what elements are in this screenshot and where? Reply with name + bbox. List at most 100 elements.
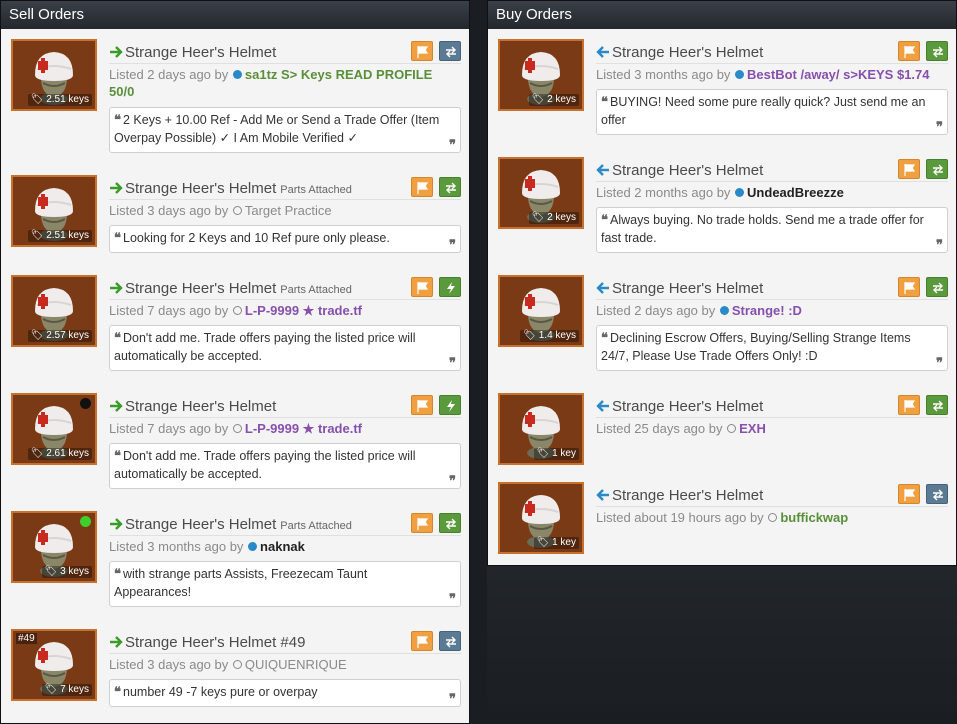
item-title[interactable]: Strange Heer's Helmet: [125, 44, 276, 61]
username-link[interactable]: Target Practice: [245, 203, 332, 218]
instant-trade-button[interactable]: [439, 395, 461, 415]
comment-text: Don't add me. Trade offers paying the li…: [114, 449, 416, 481]
quote-open-icon: ❝: [114, 684, 121, 699]
exchange-icon: [933, 400, 943, 412]
sell-listing: 🏷 2.61 keys Strange Heer's Helmet Listed…: [11, 393, 461, 497]
arrow-right-icon: [110, 400, 123, 412]
item-image[interactable]: 🏷 2.61 keys: [11, 393, 97, 465]
offline-status-icon: [232, 206, 242, 215]
trade-offer-button[interactable]: [926, 484, 948, 504]
instant-trade-button[interactable]: [439, 277, 461, 297]
trade-offer-button[interactable]: [926, 41, 948, 61]
item-image[interactable]: 🏷 1.4 keys: [498, 275, 584, 347]
item-title[interactable]: Strange Heer's Helmet Parts Attached: [125, 180, 352, 197]
item-title[interactable]: Strange Heer's Helmet: [612, 280, 763, 297]
item-title[interactable]: Strange Heer's Helmet #49: [125, 634, 305, 651]
username-link[interactable]: buffickwap: [780, 510, 848, 525]
price-badge: 🏷 1 key: [533, 537, 579, 549]
item-title-text: Strange Heer's Helmet: [612, 162, 764, 179]
item-image[interactable]: 🏷 2.57 keys: [11, 275, 97, 347]
report-flag-button[interactable]: [411, 41, 433, 61]
flag-icon: [904, 282, 916, 294]
item-title-text: Strange Heer's Helmet: [125, 280, 277, 297]
report-flag-button[interactable]: [898, 159, 920, 179]
trade-offer-button[interactable]: [926, 159, 948, 179]
trade-offer-button[interactable]: [926, 277, 948, 297]
comment-text: with strange parts Assists, Freezecam Ta…: [114, 567, 368, 599]
report-flag-button[interactable]: [898, 484, 920, 504]
item-title[interactable]: Strange Heer's Helmet: [612, 44, 763, 61]
username-link[interactable]: EXH: [739, 421, 766, 436]
trade-offer-button[interactable]: [439, 177, 461, 197]
item-image[interactable]: 🏷 1 key: [498, 393, 584, 465]
trade-offer-button[interactable]: [439, 513, 461, 533]
item-title-text: Strange Heer's Helmet: [612, 44, 764, 61]
username-link[interactable]: UndeadBreezze: [747, 185, 844, 200]
arrow-right-icon: [110, 518, 123, 530]
price-badge: 🏷 2.57 keys: [27, 330, 92, 342]
price-text: 2 keys: [547, 212, 576, 223]
flag-icon: [417, 636, 429, 648]
comment-text: number 49 -7 keys pure or overpay: [123, 685, 318, 699]
exchange-icon: [446, 518, 456, 530]
report-flag-button[interactable]: [411, 277, 433, 297]
report-flag-button[interactable]: [411, 177, 433, 197]
arrow-right-icon: [110, 46, 123, 58]
arrow-left-icon: [596, 46, 609, 58]
item-image[interactable]: 🏷 2 keys: [498, 39, 584, 111]
exchange-icon: [933, 46, 943, 58]
item-image[interactable]: 🏷 3 keys: [11, 511, 97, 583]
username-link[interactable]: L-P-9999 ★ trade.tf: [245, 303, 362, 318]
price-text: 3 keys: [60, 566, 89, 577]
report-flag-button[interactable]: [411, 631, 433, 651]
report-flag-button[interactable]: [411, 395, 433, 415]
username-link[interactable]: BestBot /away/ s>KEYS $1.74: [747, 67, 929, 82]
username-link[interactable]: QUIQUENRIQUE: [245, 657, 347, 672]
flag-icon: [904, 164, 916, 176]
item-title-text: Strange Heer's Helmet: [125, 516, 277, 533]
report-flag-button[interactable]: [898, 41, 920, 61]
listing-meta: Listed 7 days ago by L-P-9999 ★ trade.tf: [109, 302, 461, 319]
craft-number-badge: #49: [16, 633, 37, 644]
username-link[interactable]: L-P-9999 ★ trade.tf: [245, 421, 362, 436]
item-image[interactable]: 🏷 2.51 keys: [11, 175, 97, 247]
trade-offer-button[interactable]: [439, 631, 461, 651]
comment-text: 2 Keys + 10.00 Ref - Add Me or Send a Tr…: [114, 113, 440, 145]
listing-meta: Listed 3 days ago by Target Practice: [109, 202, 461, 219]
trade-offer-button[interactable]: [439, 41, 461, 61]
listing-comment: ❝ Looking for 2 Keys and 10 Ref pure only…: [109, 225, 461, 253]
offline-status-icon: [232, 306, 242, 315]
report-flag-button[interactable]: [898, 395, 920, 415]
username-link[interactable]: naknak: [260, 539, 305, 554]
exchange-icon: [446, 636, 456, 648]
quote-open-icon: ❝: [114, 112, 121, 127]
online-status-icon: [248, 542, 258, 551]
item-title[interactable]: Strange Heer's Helmet: [612, 162, 763, 179]
item-image[interactable]: 🏷 2 keys: [498, 157, 584, 229]
item-image[interactable]: #49 🏷 7 keys: [11, 629, 97, 701]
item-title[interactable]: Strange Heer's Helmet Parts Attached: [125, 516, 352, 533]
online-status-icon: [719, 306, 729, 315]
listed-time: Listed 2 days ago by: [596, 303, 716, 318]
price-badge: 🏷 7 keys: [41, 684, 92, 696]
buy-orders-header: Buy Orders: [488, 1, 956, 29]
item-title[interactable]: Strange Heer's Helmet: [612, 487, 763, 504]
listing-meta: Listed 2 days ago by sa1tz S> Keys READ …: [109, 66, 461, 100]
item-title[interactable]: Strange Heer's Helmet: [125, 398, 276, 415]
flag-icon: [904, 489, 916, 501]
buy-listing: 🏷 1 key Strange Heer's Helmet Listed abo…: [498, 482, 948, 558]
parts-attached-label: Parts Attached: [280, 284, 352, 296]
item-image[interactable]: 🏷 1 key: [498, 482, 584, 554]
item-title[interactable]: Strange Heer's Helmet: [612, 398, 763, 415]
report-flag-button[interactable]: [411, 513, 433, 533]
report-flag-button[interactable]: [898, 277, 920, 297]
username-link[interactable]: Strange! :D: [732, 303, 802, 318]
listing-comment: ❝ Declining Escrow Offers, Buying/Selling…: [596, 325, 948, 371]
trade-offer-button[interactable]: [926, 395, 948, 415]
item-image[interactable]: 🏷 2.51 keys: [11, 39, 97, 111]
price-badge: 🏷 1 key: [533, 448, 579, 460]
sell-listing: 🏷 3 keys Strange Heer's Helmet Parts Atta…: [11, 511, 461, 615]
item-title-text: Strange Heer's Helmet: [612, 398, 764, 415]
price-text: 1.4 keys: [538, 330, 576, 341]
item-title[interactable]: Strange Heer's Helmet Parts Attached: [125, 280, 352, 297]
